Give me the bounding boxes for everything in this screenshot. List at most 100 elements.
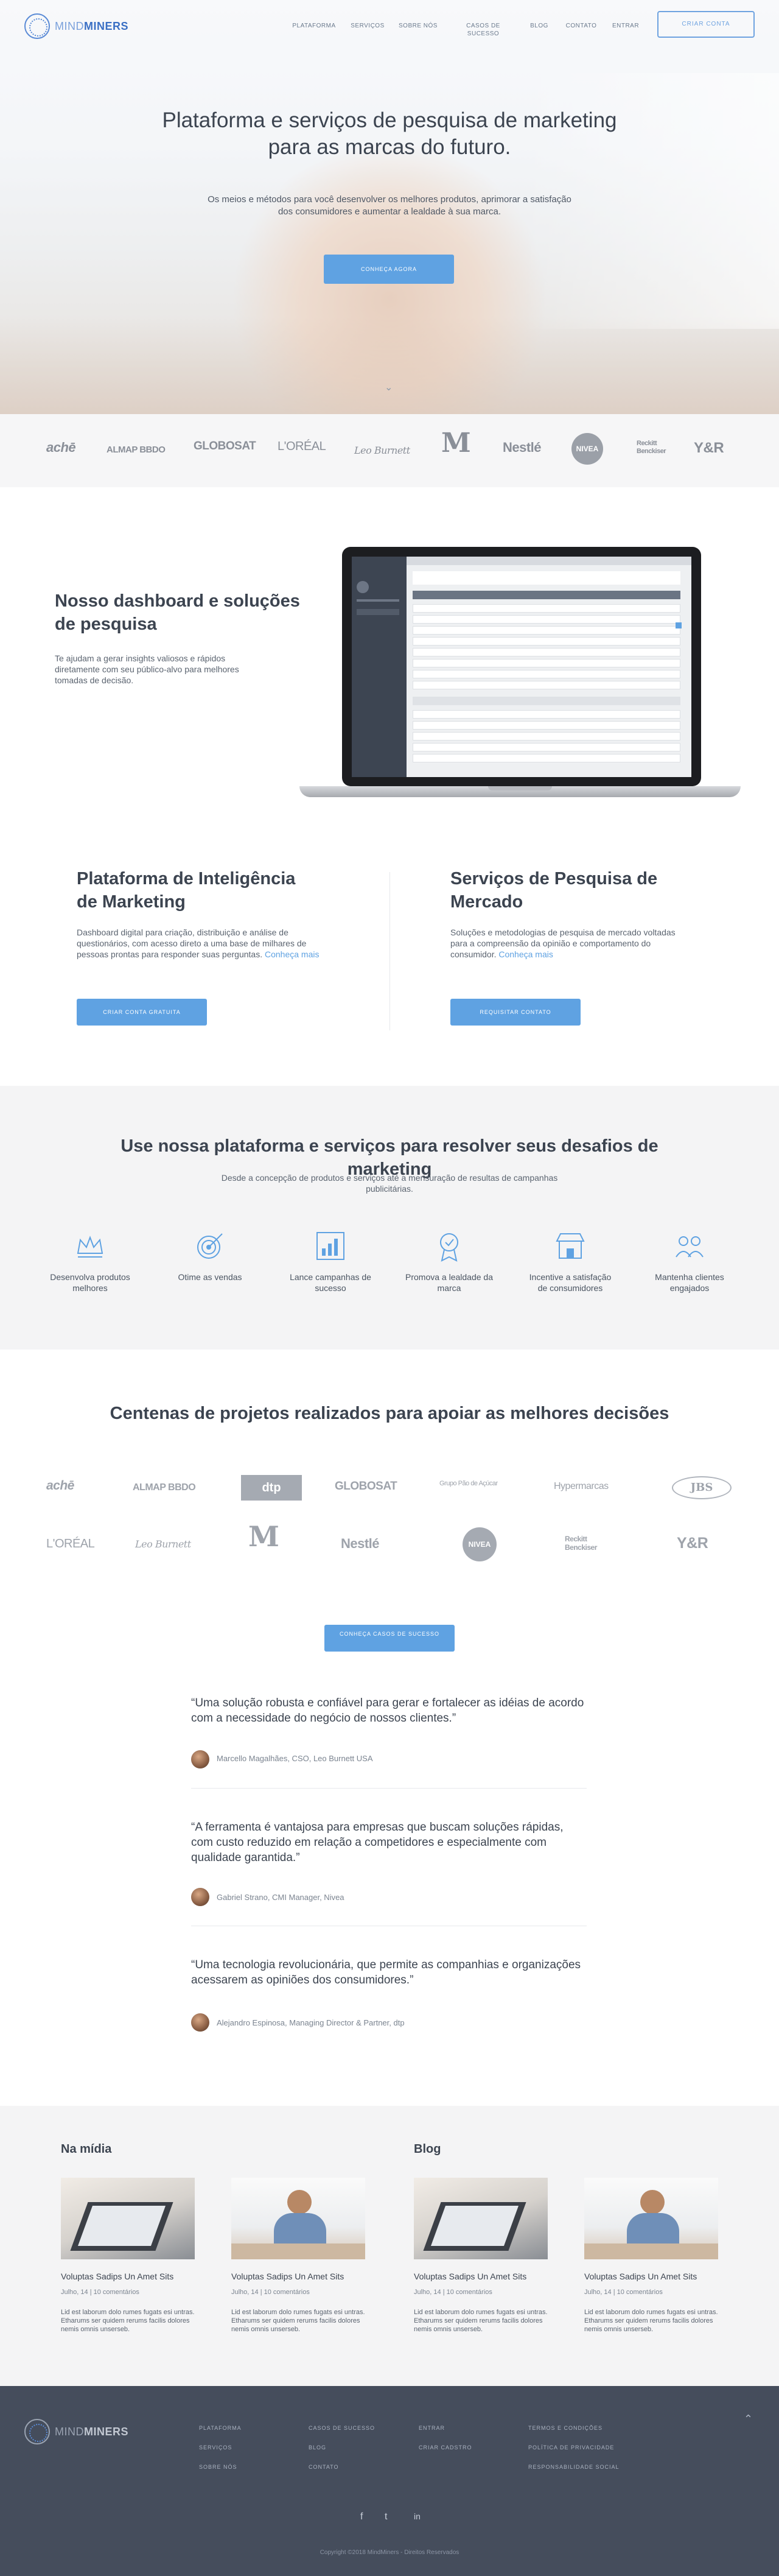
hero-cta-button[interactable]: CONHEÇA AGORA: [324, 255, 454, 284]
footer-link[interactable]: ENTRAR: [419, 2425, 445, 2431]
footer-link[interactable]: CRIAR CADSTRO: [419, 2444, 472, 2451]
laptop-photo[interactable]: [414, 2178, 548, 2259]
card-title[interactable]: Voluptas Sadips Un Amet Sits: [231, 2272, 365, 2281]
card-text: Lid est laborum dolo rumes fugats esi un…: [61, 2309, 195, 2333]
card-title[interactable]: Voluptas Sadips Un Amet Sits: [61, 2272, 195, 2281]
hero-subtitle: Os meios e métodos para você desenvolver…: [208, 194, 571, 217]
laptop-photo[interactable]: [61, 2178, 195, 2259]
footer-link[interactable]: TERMOS E CONDIÇÕES: [528, 2425, 603, 2431]
brand-logo: M: [441, 428, 471, 459]
logo-text: MINDMINERS: [55, 2425, 129, 2438]
brand-logo: ALMAP BBDO: [107, 445, 166, 455]
nav-item-servicos[interactable]: SERVIÇOS: [343, 22, 392, 30]
client-logo: GLOBOSAT: [335, 1480, 397, 1493]
footer-link[interactable]: RESPONSABILIDADE SOCIAL: [528, 2464, 620, 2470]
request-contact-button[interactable]: REQUISITAR CONTATO: [450, 999, 581, 1026]
feature-item: Otime as vendas: [164, 1229, 256, 1283]
brand-logo: Leo Burnett: [354, 445, 410, 456]
footer-link[interactable]: PLATAFORMA: [199, 2425, 242, 2431]
dashboard-title: Nosso dashboard e soluções de pesquisa: [55, 591, 300, 634]
feature-item: Promova a lealdade da marca: [403, 1229, 495, 1293]
create-free-account-button[interactable]: CRIAR CONTA GRATUITA: [77, 999, 207, 1026]
brand-logo: Y&R: [694, 440, 724, 456]
twitter-icon[interactable]: t: [385, 2511, 387, 2522]
features-subtitle: Desde a concepção de produtos e serviços…: [221, 1173, 558, 1194]
card-title[interactable]: Voluptas Sadips Un Amet Sits: [414, 2272, 548, 2281]
brand-logo: Nestlé: [503, 440, 542, 455]
footer-link[interactable]: BLOG: [309, 2444, 326, 2451]
chevron-down-icon[interactable]: ⌄: [385, 381, 393, 393]
footer-link[interactable]: POLÍTICA DE PRIVACIDADE: [528, 2444, 614, 2451]
footer-link[interactable]: CASOS DE SUCESSO: [309, 2425, 375, 2431]
card-text: Lid est laborum dolo rumes fugats esi un…: [231, 2309, 365, 2333]
testimonial-quote: “A ferramenta é vantajosa para empresas …: [191, 1821, 564, 1864]
brand-logo: L'ORÉAL: [278, 440, 326, 453]
top-nav: MINDMINERS PLATAFORMA SERVIÇOS SOBRE NÓS…: [0, 0, 779, 49]
client-logo: L'ORÉAL: [46, 1537, 95, 1550]
client-logo: Reckitt Benckiser: [565, 1535, 597, 1552]
card-text: Lid est laborum dolo rumes fugats esi un…: [584, 2309, 718, 2333]
testimonial-quote: “Uma solução robusta e confiável para ge…: [191, 1697, 584, 1725]
services-more-link[interactable]: Conheça mais: [498, 949, 553, 959]
client-logo: dtp: [241, 1475, 302, 1501]
store-icon: [556, 1233, 585, 1259]
people-icon: [676, 1236, 704, 1258]
logo-icon: [24, 13, 50, 39]
logo-text: MINDMINERS: [55, 19, 129, 32]
avatar: [191, 1888, 209, 1906]
feature-item: Desenvolva produtos melhores: [44, 1229, 136, 1293]
footer-logo[interactable]: MINDMINERS: [24, 2419, 128, 2444]
badge-icon: [440, 1233, 458, 1262]
nav-item-plataforma[interactable]: PLATAFORMA: [290, 22, 338, 30]
feature-item: Lance campanhas de sucesso: [285, 1229, 376, 1293]
client-logo: Grupo Pão de Açúcar: [439, 1480, 498, 1487]
chart-icon: [316, 1232, 344, 1260]
logo[interactable]: MINDMINERS: [24, 13, 128, 39]
hero-title: Plataforma e serviços de pesquisa de mar…: [162, 108, 617, 159]
person-photo[interactable]: [231, 2178, 365, 2259]
client-logo: NIVEA: [463, 1527, 497, 1561]
client-logo: M: [248, 1520, 279, 1553]
card-meta: Julho, 14 | 10 comentários: [584, 2289, 663, 2296]
card-meta: Julho, 14 | 10 comentários: [231, 2289, 310, 2296]
footer: [0, 2386, 779, 2576]
services-title: Serviços de Pesquisa de Mercado: [450, 869, 658, 912]
blog-heading: Blog: [414, 2142, 441, 2156]
avatar: [191, 1750, 209, 1768]
client-logo: achē: [46, 1479, 74, 1493]
nav-item-casos[interactable]: CASOS DE SUCESSO: [459, 22, 508, 38]
create-account-button[interactable]: CRIAR CONTA: [657, 11, 755, 38]
avatar: [191, 2013, 209, 2032]
footer-link[interactable]: SERVIÇOS: [199, 2444, 232, 2451]
page: MINDMINERS PLATAFORMA SERVIÇOS SOBRE NÓS…: [0, 0, 779, 2576]
client-logo: Nestlé: [341, 1536, 380, 1551]
target-icon: [197, 1233, 223, 1259]
platform-title: Plataforma de Inteligência de Marketing: [77, 869, 296, 912]
success-cases-button[interactable]: CONHEÇA CASOS DE SUCESSO: [324, 1625, 455, 1652]
client-logo: JBS: [672, 1476, 732, 1499]
client-logo: Leo Burnett: [135, 1538, 191, 1550]
feature-item: Incentive a satisfação de consumidores: [525, 1229, 616, 1293]
back-to-top-icon[interactable]: ⌃: [744, 2413, 753, 2426]
nav-item-entrar[interactable]: ENTRAR: [601, 22, 650, 30]
platform-more-link[interactable]: Conheça mais: [265, 949, 320, 959]
media-heading: Na mídia: [61, 2142, 112, 2156]
projects-title: Centenas de projetos realizados para apo…: [110, 1404, 669, 1423]
card-title[interactable]: Voluptas Sadips Un Amet Sits: [584, 2272, 718, 2281]
nav-item-sobre[interactable]: SOBRE NÓS: [396, 22, 441, 30]
nav-item-blog[interactable]: BLOG: [515, 22, 564, 30]
client-logo: Y&R: [677, 1535, 708, 1552]
dashboard-screenshot: [352, 557, 691, 777]
logo-icon: [24, 2419, 50, 2444]
testimonial-author: Gabriel Strano, CMI Manager, Nivea: [217, 1893, 344, 1902]
hero-section: MINDMINERS PLATAFORMA SERVIÇOS SOBRE NÓS…: [0, 0, 779, 414]
testimonial-author: Alejandro Espinosa, Managing Director & …: [217, 2018, 405, 2027]
facebook-icon[interactable]: f: [360, 2511, 363, 2522]
linkedin-icon[interactable]: in: [414, 2511, 421, 2521]
nav-item-contato[interactable]: CONTATO: [557, 22, 606, 30]
card-meta: Julho, 14 | 10 comentários: [61, 2289, 139, 2296]
footer-link[interactable]: CONTATO: [309, 2464, 339, 2470]
footer-link[interactable]: SOBRE NÓS: [199, 2464, 237, 2470]
person-photo[interactable]: [584, 2178, 718, 2259]
copyright: Copyright ©2018 MindMiners - Direitos Re…: [320, 2549, 459, 2556]
